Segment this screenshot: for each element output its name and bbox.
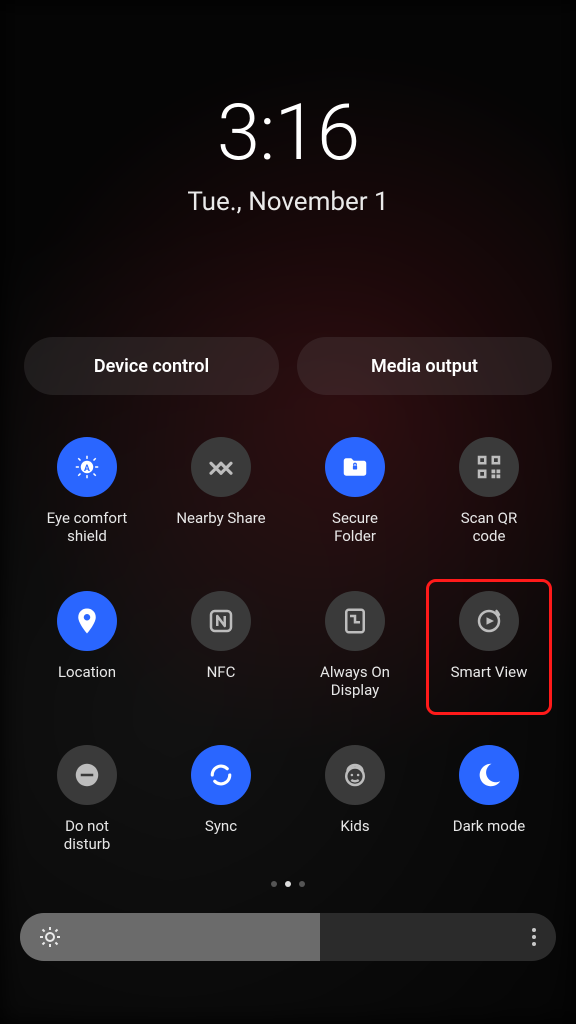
- tile-label: Scan QR code: [461, 509, 517, 545]
- tile-kids[interactable]: Kids: [288, 739, 422, 859]
- tile-label: Dark mode: [453, 817, 526, 853]
- tile-location[interactable]: Location: [20, 585, 154, 705]
- smart-view-icon: [459, 591, 519, 651]
- eye-comfort-icon: A: [57, 437, 117, 497]
- aod-icon: [325, 591, 385, 651]
- brightness-slider[interactable]: [20, 913, 556, 961]
- quick-settings-grid: A Eye comfort shield Nearby Share Secure Fo…: [0, 431, 576, 859]
- sync-icon: [191, 745, 251, 805]
- tile-secure-folder[interactable]: Secure Folder: [288, 431, 422, 551]
- tile-aod[interactable]: Always On Display: [288, 585, 422, 705]
- qr-code-icon: [459, 437, 519, 497]
- tile-label: Location: [58, 663, 116, 699]
- tile-label: NFC: [207, 663, 236, 699]
- tile-label: Sync: [205, 817, 237, 853]
- tile-dark-mode[interactable]: Dark mode: [422, 739, 556, 859]
- tile-dnd[interactable]: Do not disturb: [20, 739, 154, 859]
- tile-label: Kids: [340, 817, 369, 853]
- tile-label: Eye comfort shield: [47, 509, 128, 545]
- tile-qr-code[interactable]: Scan QR code: [422, 431, 556, 551]
- tile-label: Secure Folder: [332, 509, 378, 545]
- tile-label: Do not disturb: [64, 817, 111, 853]
- pager-dot: [271, 881, 277, 887]
- tile-label: Always On Display: [320, 663, 390, 699]
- dark-mode-icon: [459, 745, 519, 805]
- nfc-icon: [191, 591, 251, 651]
- clock-block: 3:16 Tue., November 1: [0, 88, 576, 217]
- tile-sync[interactable]: Sync: [154, 739, 288, 859]
- tile-eye-comfort[interactable]: A Eye comfort shield: [20, 431, 154, 551]
- tile-nearby-share[interactable]: Nearby Share: [154, 431, 288, 551]
- brightness-fill: [20, 913, 320, 961]
- tile-label: Smart View: [451, 663, 528, 699]
- device-control-label: Device control: [94, 356, 209, 377]
- pager-dot: [285, 881, 291, 887]
- secure-folder-icon: [325, 437, 385, 497]
- tile-label: Nearby Share: [176, 509, 265, 545]
- clock-time: 3:16: [0, 88, 576, 179]
- brightness-more-icon[interactable]: [526, 922, 542, 952]
- kids-icon: [325, 745, 385, 805]
- location-icon: [57, 591, 117, 651]
- tile-smart-view[interactable]: Smart View: [422, 585, 556, 705]
- dnd-icon: [57, 745, 117, 805]
- svg-text:A: A: [84, 464, 90, 474]
- page-indicator[interactable]: [0, 881, 576, 887]
- device-control-button[interactable]: Device control: [24, 337, 279, 395]
- media-output-label: Media output: [371, 356, 478, 377]
- deck-buttons: Device control Media output: [0, 337, 576, 395]
- nearby-share-icon: [191, 437, 251, 497]
- pager-dot: [299, 881, 305, 887]
- clock-date: Tue., November 1: [0, 187, 576, 217]
- tile-nfc[interactable]: NFC: [154, 585, 288, 705]
- media-output-button[interactable]: Media output: [297, 337, 552, 395]
- brightness-icon: [38, 925, 62, 949]
